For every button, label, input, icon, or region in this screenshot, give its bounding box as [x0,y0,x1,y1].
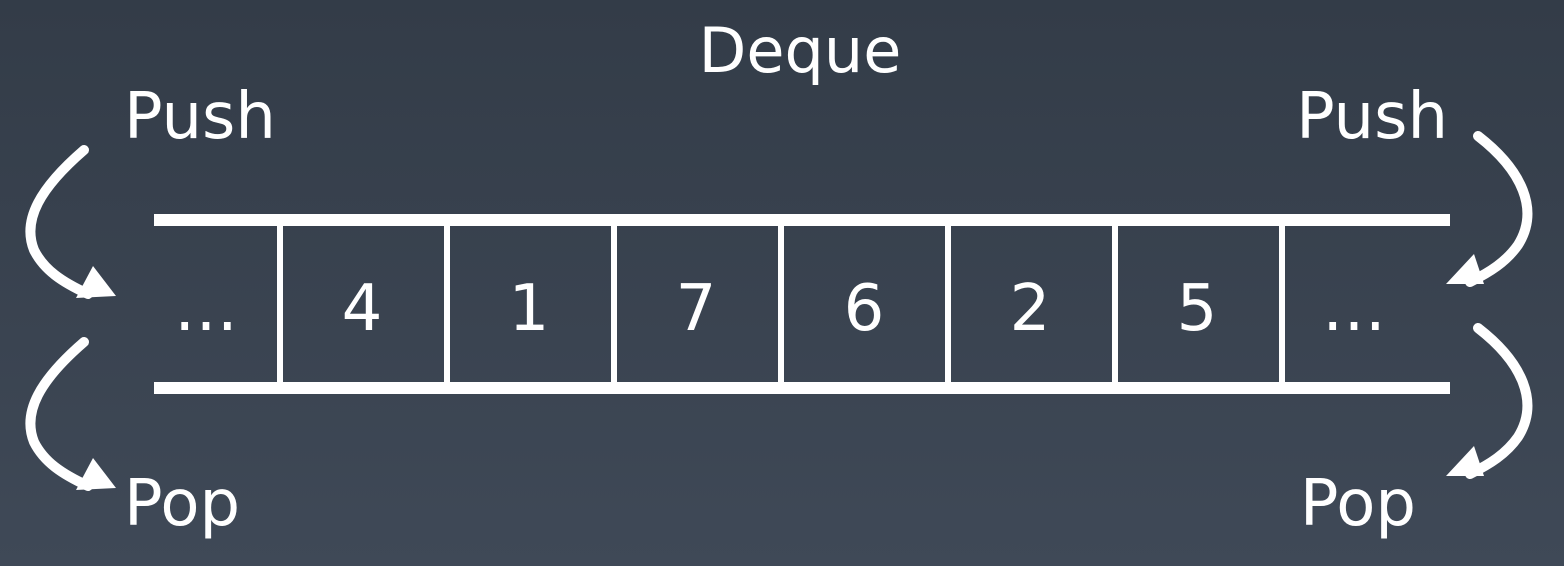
deque-diagram: Deque Push Push Pop Pop … 4 1 7 6 2 5 … [25,14,1533,541]
deque-cell-value: 4 [342,272,383,346]
push-right-label: Push [1296,80,1448,154]
deque-cell-value: 6 [844,272,885,346]
deque-cell-value: … [174,272,238,346]
deque-cell-value: 1 [509,272,550,346]
push-left-label: Push [124,80,276,154]
pop-left-label: Pop [124,467,240,541]
cell-dividers [277,226,1285,382]
push-left-arrow [25,145,116,299]
deque-cell-value: 5 [1177,272,1218,346]
pop-right-arrow [1446,323,1533,479]
diagram-title: Deque [699,14,902,87]
deque-cell-value: … [1322,272,1386,346]
pop-left-arrow [25,337,116,491]
deque-cell-value: 2 [1010,272,1051,346]
pop-right-label: Pop [1300,467,1416,541]
push-right-arrow [1446,131,1533,287]
deque-cell-value: 7 [676,272,717,346]
